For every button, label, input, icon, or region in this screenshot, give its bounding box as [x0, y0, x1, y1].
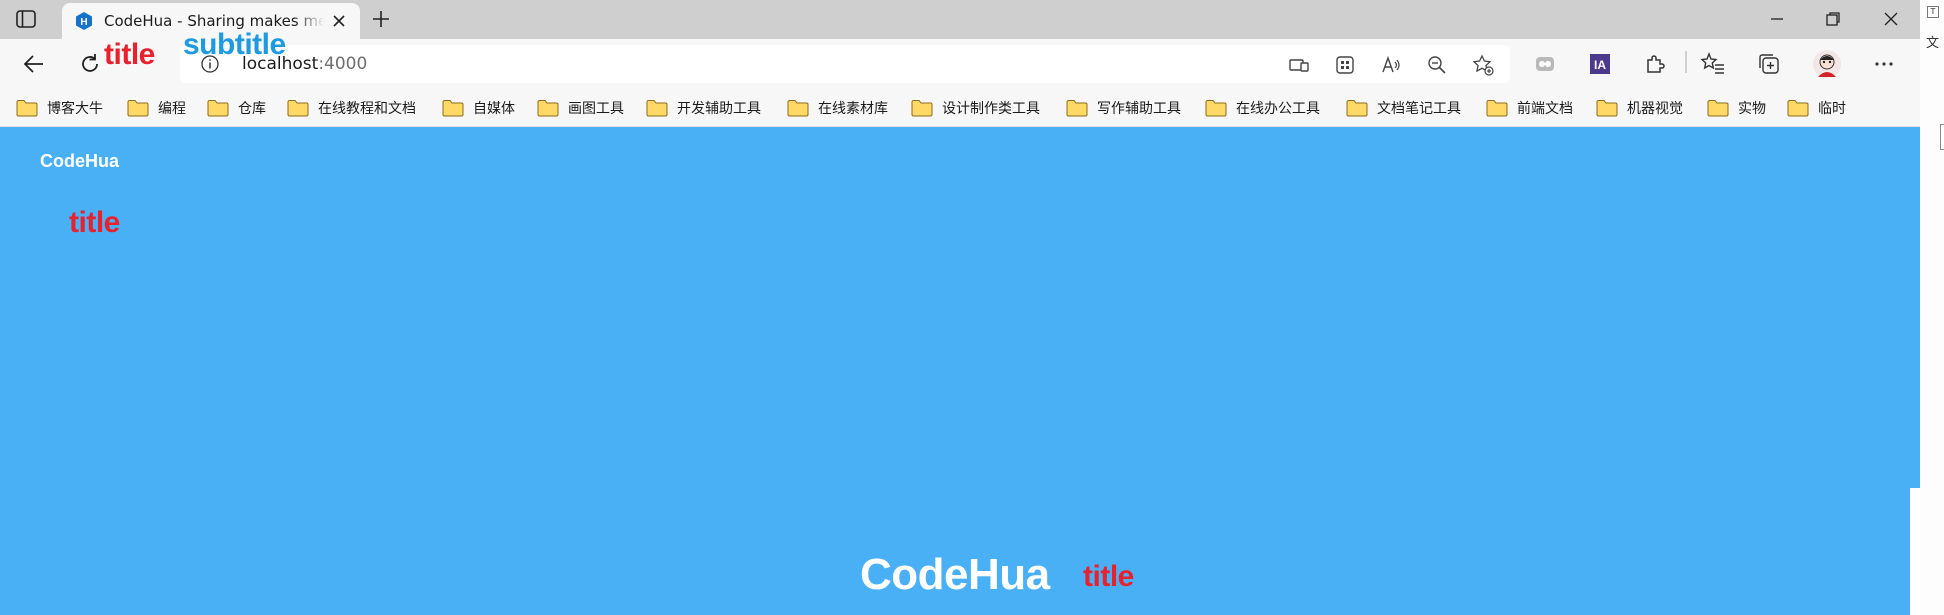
bookmark-label: 前端文档 [1517, 101, 1573, 117]
bookmark-folder[interactable]: 实物 [1707, 96, 1766, 120]
bookmark-folder[interactable]: 在线办公工具 [1205, 96, 1320, 120]
bookmark-label: 在线教程和文档 [318, 101, 416, 117]
collections-icon[interactable] [1756, 51, 1782, 77]
folder-icon [537, 100, 559, 117]
bookmark-label: 在线素材库 [818, 101, 888, 117]
svg-text:IA: IA [1594, 58, 1606, 72]
bookmark-label: 设计制作类工具 [942, 101, 1040, 117]
extensions-puzzle-icon[interactable] [1642, 51, 1668, 77]
site-favicon-icon: H [74, 11, 94, 31]
bookmark-folder[interactable]: 博客大牛 [16, 96, 103, 120]
zoom-out-icon[interactable] [1426, 54, 1448, 76]
bookmark-folder[interactable]: 仓库 [207, 96, 266, 120]
add-favorite-icon[interactable] [1472, 54, 1494, 76]
folder-icon [1346, 100, 1368, 117]
toolbar-divider [1685, 51, 1687, 73]
folder-icon [442, 100, 464, 117]
folder-icon [1787, 100, 1809, 117]
bookmarks-bar: 博客大牛 编程 仓库 在线教程和文档 自媒体 画图工具 开发辅助工具 在线素材库… [0, 89, 1944, 127]
folder-icon [207, 100, 229, 117]
bookmark-label: 开发辅助工具 [677, 101, 761, 117]
bookmark-folder[interactable]: 文档笔记工具 [1346, 96, 1461, 120]
url-port: :4000 [318, 54, 368, 74]
refresh-icon[interactable] [77, 51, 103, 77]
side-panel-strip: T 文 [1920, 0, 1944, 615]
ia-extension-icon[interactable]: IA [1587, 51, 1613, 77]
restore-icon[interactable] [1822, 8, 1844, 30]
svg-text:H: H [80, 17, 87, 28]
folder-icon [287, 100, 309, 117]
side-scroll-box[interactable] [1940, 124, 1944, 150]
more-menu-icon[interactable] [1871, 51, 1897, 77]
bookmark-folder[interactable]: 自媒体 [442, 96, 515, 120]
hero-title: title [1083, 560, 1134, 593]
bookmark-folder[interactable]: 机器视觉 [1596, 96, 1683, 120]
new-tab-icon[interactable] [370, 8, 392, 30]
overlay-subtitle: subtitle [183, 28, 286, 61]
bookmark-label: 文档笔记工具 [1377, 101, 1461, 117]
folder-icon [1486, 100, 1508, 117]
page-content: CodeHua title CodeHua title [0, 128, 1920, 615]
side-tiny-badge[interactable]: T [1927, 6, 1939, 18]
bookmark-label: 画图工具 [568, 101, 624, 117]
folder-icon [646, 100, 668, 117]
overlay-title: title [104, 38, 155, 71]
bookmark-folder[interactable]: 前端文档 [1486, 96, 1573, 120]
bookmark-folder[interactable]: 设计制作类工具 [911, 96, 1040, 120]
folder-icon [1707, 100, 1729, 117]
folder-icon [1066, 100, 1088, 117]
page-scrollbar[interactable] [1910, 488, 1920, 615]
browser-toolbar: localhost:4000 IA [0, 39, 1944, 89]
folder-icon [16, 100, 38, 117]
side-translate-char[interactable]: 文 [1926, 32, 1939, 51]
bookmark-label: 实物 [1738, 101, 1766, 117]
apps-grid-icon[interactable] [1334, 54, 1356, 76]
tab-actions-icon[interactable] [14, 8, 38, 30]
hero-heading: CodeHua [860, 550, 1050, 599]
back-icon[interactable] [21, 51, 47, 77]
profile-avatar-icon[interactable] [1812, 49, 1842, 79]
folder-icon [1596, 100, 1618, 117]
bookmark-folder[interactable]: 在线素材库 [787, 96, 888, 120]
address-bar[interactable]: localhost:4000 [180, 45, 1510, 83]
folder-icon [911, 100, 933, 117]
bookmark-label: 写作辅助工具 [1097, 101, 1181, 117]
page-title: title [69, 206, 120, 239]
folder-icon [1205, 100, 1227, 117]
minimize-icon[interactable] [1766, 8, 1788, 30]
bookmark-folder[interactable]: 画图工具 [537, 96, 624, 120]
bookmark-label: 机器视觉 [1627, 101, 1683, 117]
bookmark-label: 仓库 [238, 101, 266, 117]
bookmark-label: 自媒体 [473, 101, 515, 117]
bookmark-folder[interactable]: 编程 [127, 96, 186, 120]
bookmark-folder[interactable]: 写作辅助工具 [1066, 96, 1181, 120]
folder-icon [787, 100, 809, 117]
bookmark-folder[interactable]: 在线教程和文档 [287, 96, 416, 120]
site-brand[interactable]: CodeHua [40, 151, 119, 172]
bookmark-label: 临时 [1818, 101, 1846, 117]
bookmark-label: 博客大牛 [47, 101, 103, 117]
favorites-icon[interactable] [1700, 51, 1726, 77]
bookmark-label: 在线办公工具 [1236, 101, 1320, 117]
app-available-icon[interactable] [1288, 54, 1310, 76]
extension-icon[interactable] [1532, 51, 1558, 77]
close-tab-icon[interactable] [330, 12, 348, 30]
bookmark-folder[interactable]: 临时 [1787, 96, 1846, 120]
read-aloud-icon[interactable] [1380, 54, 1402, 76]
tab-strip: H CodeHua - Sharing makes me happy [0, 0, 1944, 39]
close-window-icon[interactable] [1880, 8, 1902, 30]
bookmark-folder[interactable]: 开发辅助工具 [646, 96, 761, 120]
bookmark-label: 编程 [158, 101, 186, 117]
folder-icon [127, 100, 149, 117]
